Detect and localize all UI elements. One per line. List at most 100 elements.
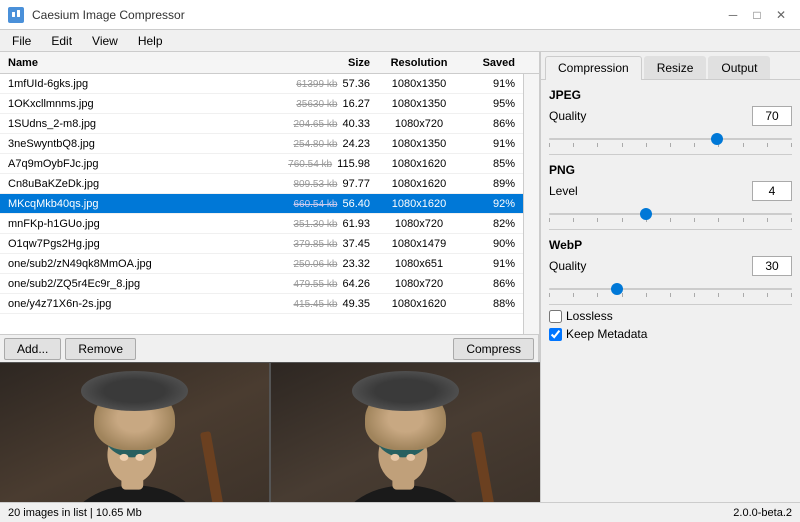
status-info: 20 images in list | 10.65 Mb [8,507,142,519]
png-divider [549,154,792,155]
tick [597,218,598,222]
table-header: Name Size Resolution Saved [0,52,539,74]
row-resolution: 1080x720 [374,218,464,230]
lossless-checkbox[interactable] [549,310,562,323]
jpeg-quality-label: Quality [549,109,752,123]
row-saved: 92% [464,198,519,210]
row-size-new: 23.32 [342,258,370,270]
menu-edit[interactable]: Edit [43,32,80,50]
tab-compression[interactable]: Compression [545,56,642,80]
table-row[interactable]: MKcqMkb40qs.jpg 660.54 kb 56.40 1080x162… [0,194,523,214]
webp-quality-input[interactable] [752,256,792,276]
row-saved: 86% [464,278,519,290]
row-size-new: 40.33 [342,118,370,130]
row-saved: 91% [464,78,519,90]
row-size-original: 379.85 kb [293,239,337,250]
png-level-input[interactable] [752,181,792,201]
preview-compressed [269,363,540,522]
lossless-row: Lossless [549,309,792,323]
row-filename: 1mfUId-6gks.jpg [4,78,284,90]
png-level-row: Level [549,181,792,201]
table-row[interactable]: 1SUdns_2-m8.jpg 204.65 kb 40.33 1080x720… [0,114,523,134]
tick [670,143,671,147]
tick [597,143,598,147]
col-header-size: Size [284,57,374,69]
keep-metadata-checkbox[interactable] [549,328,562,341]
table-row[interactable]: mnFKp-h1GUo.jpg 351.30 kb 61.93 1080x720… [0,214,523,234]
file-table[interactable]: 1mfUId-6gks.jpg 61399 kb 57.36 1080x1350… [0,74,523,334]
tab-resize[interactable]: Resize [644,56,707,79]
row-size: 479.55 kb 64.26 [284,278,374,290]
row-filename: A7q9mOybFJc.jpg [4,158,284,170]
tick [743,143,744,147]
status-bar: 20 images in list | 10.65 Mb 2.0.0-beta.… [0,502,800,522]
keep-metadata-row: Keep Metadata [549,327,792,341]
menu-help[interactable]: Help [130,32,171,50]
app-icon [8,7,24,23]
row-size-new: 115.98 [337,158,370,170]
file-toolbar: Add... Remove Compress [0,334,539,362]
row-resolution: 1080x1350 [374,78,464,90]
tab-output[interactable]: Output [708,56,770,79]
table-row[interactable]: A7q9mOybFJc.jpg 760.54 kb 115.98 1080x16… [0,154,523,174]
row-resolution: 1080x720 [374,118,464,130]
row-size: 415.45 kb 49.35 [284,298,374,310]
table-row[interactable]: one/sub2/ZQ5r4Ec9r_8.jpg 479.55 kb 64.26… [0,274,523,294]
table-row[interactable]: O1qw7Pgs2Hg.jpg 379.85 kb 37.45 1080x147… [0,234,523,254]
row-filename: one/sub2/ZQ5r4Ec9r_8.jpg [4,278,284,290]
checkbox-divider [549,304,792,305]
row-size: 660.54 kb 56.40 [284,198,374,210]
webp-slider-ticks [549,293,792,297]
remove-button[interactable]: Remove [65,338,136,360]
keep-metadata-label: Keep Metadata [566,327,647,341]
menu-bar: File Edit View Help [0,30,800,52]
webp-divider [549,229,792,230]
close-button[interactable]: ✕ [770,4,792,26]
tick [622,218,623,222]
webp-slider-thumb[interactable] [611,283,623,295]
png-level-slider-container [549,205,792,223]
webp-quality-row: Quality [549,256,792,276]
row-saved: 86% [464,118,519,130]
tick [646,293,647,297]
maximize-button[interactable]: □ [746,4,768,26]
row-resolution: 1080x1479 [374,238,464,250]
add-button[interactable]: Add... [4,338,61,360]
menu-view[interactable]: View [84,32,126,50]
row-filename: one/y4z71X6n-2s.jpg [4,298,284,310]
table-row[interactable]: one/sub2/zN49qk8MmOA.jpg 250.06 kb 23.32… [0,254,523,274]
row-filename: one/sub2/zN49qk8MmOA.jpg [4,258,284,270]
row-size: 760.54 kb 115.98 [284,158,374,170]
row-size-new: 37.45 [342,238,370,250]
row-size: 351.30 kb 61.93 [284,218,374,230]
table-row[interactable]: one/y4z71X6n-2s.jpg 415.45 kb 49.35 1080… [0,294,523,314]
tick [791,143,792,147]
row-size-new: 97.77 [342,178,370,190]
row-saved: 85% [464,158,519,170]
row-filename: 3neSwyntbQ8.jpg [4,138,284,150]
tick [597,293,598,297]
table-row[interactable]: 1mfUId-6gks.jpg 61399 kb 57.36 1080x1350… [0,74,523,94]
tick [694,143,695,147]
table-row[interactable]: 3neSwyntbQ8.jpg 254.80 kb 24.23 1080x135… [0,134,523,154]
row-saved: 91% [464,258,519,270]
right-panel: Compression Resize Output JPEG Quality [540,52,800,522]
row-filename: Cn8uBaKZeDk.jpg [4,178,284,190]
row-size-new: 64.26 [342,278,370,290]
row-filename: O1qw7Pgs2Hg.jpg [4,238,284,250]
table-row[interactable]: Cn8uBaKZeDk.jpg 809.53 kb 97.77 1080x162… [0,174,523,194]
menu-file[interactable]: File [4,32,39,50]
table-row[interactable]: 1OKxcllmnms.jpg 35630 kb 16.27 1080x1350… [0,94,523,114]
col-header-name: Name [4,57,284,69]
row-size-new: 57.36 [342,78,370,90]
row-size-new: 24.23 [342,138,370,150]
compress-button[interactable]: Compress [453,338,534,360]
scrollbar[interactable] [523,74,539,334]
row-resolution: 1080x1620 [374,298,464,310]
window-controls: ─ □ ✕ [722,4,792,26]
jpeg-quality-input[interactable] [752,106,792,126]
jpeg-slider-thumb[interactable] [711,133,723,145]
minimize-button[interactable]: ─ [722,4,744,26]
tick [573,143,574,147]
tick [573,218,574,222]
